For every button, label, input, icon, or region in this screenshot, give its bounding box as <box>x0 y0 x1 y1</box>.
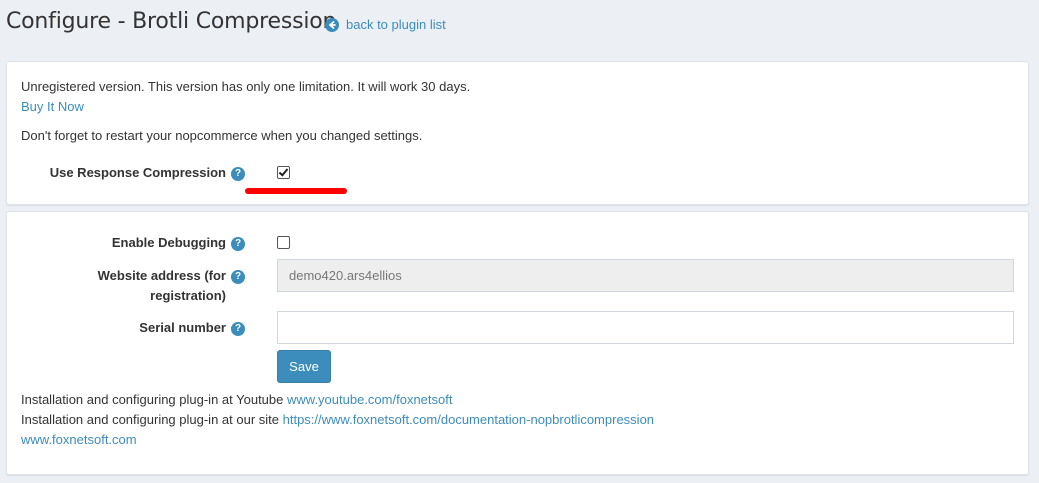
buy-it-now-link[interactable]: Buy It Now <box>21 99 84 114</box>
back-to-plugin-list-link[interactable]: back to plugin list <box>325 17 446 32</box>
help-icon[interactable]: ? <box>231 167 245 181</box>
circle-arrow-left-icon <box>325 17 339 32</box>
site-info-text: Installation and configuring plug-in at … <box>21 412 279 427</box>
website-address-label-line1: Website address (for <box>97 268 226 283</box>
website-address-label-line2: registration) <box>150 288 226 303</box>
youtube-info-line: Installation and configuring plug-in at … <box>21 392 452 407</box>
checkmark-icon <box>278 166 289 177</box>
documentation-link[interactable]: https://www.foxnetsoft.com/documentation… <box>283 412 654 427</box>
serial-number-field[interactable] <box>277 311 1014 344</box>
site-info-line: Installation and configuring plug-in at … <box>21 412 654 427</box>
save-button[interactable]: Save <box>277 350 331 383</box>
red-highlight-underline <box>245 188 347 194</box>
restart-notice: Don't forget to restart your nopcommerce… <box>21 128 423 143</box>
page-title: Configure - Brotli Compression <box>6 9 337 34</box>
help-icon[interactable]: ? <box>231 270 245 284</box>
back-link-label: back to plugin list <box>346 17 446 32</box>
youtube-info-text: Installation and configuring plug-in at … <box>21 392 284 407</box>
enable-debugging-checkbox[interactable] <box>277 236 290 249</box>
enable-debugging-label: Enable Debugging <box>111 235 226 250</box>
use-response-compression-checkbox[interactable] <box>277 166 290 179</box>
use-response-compression-label: Use Response Compression <box>49 165 226 180</box>
website-address-label: Website address (for registration) <box>20 266 226 306</box>
unregistered-text: Unregistered version. This version has o… <box>21 79 471 94</box>
youtube-link[interactable]: www.youtube.com/foxnetsoft <box>287 392 452 407</box>
help-icon[interactable]: ? <box>231 322 245 336</box>
website-address-field[interactable] <box>277 259 1014 292</box>
serial-number-label: Serial number <box>139 320 226 335</box>
help-icon[interactable]: ? <box>231 237 245 251</box>
foxnetsoft-home-link[interactable]: www.foxnetsoft.com <box>21 432 137 447</box>
